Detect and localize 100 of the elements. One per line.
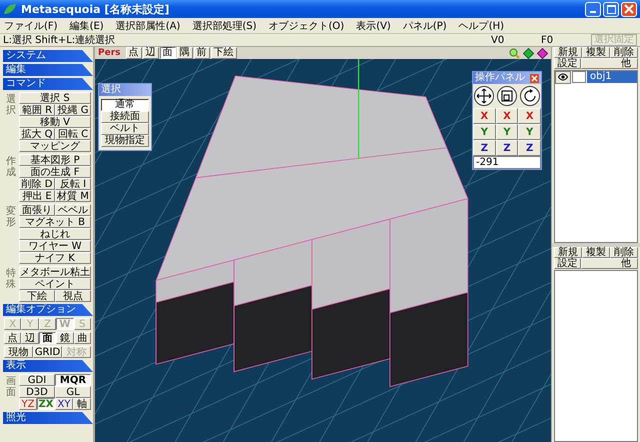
view-mode-button[interactable]: 下絵 bbox=[210, 47, 236, 59]
section-header[interactable]: システム bbox=[3, 50, 93, 62]
close-button[interactable] bbox=[621, 2, 637, 16]
command-button[interactable]: GRID bbox=[33, 346, 62, 358]
command-button[interactable]: ワイヤー W bbox=[19, 240, 91, 252]
menu-item[interactable]: パネル(P) bbox=[402, 18, 447, 32]
move-tool-button[interactable] bbox=[474, 86, 494, 106]
minimize-button[interactable] bbox=[585, 2, 601, 16]
view-mode-button[interactable]: 面 bbox=[160, 47, 176, 59]
section-header[interactable]: 表示 bbox=[3, 360, 93, 372]
panel-button[interactable]: 複製 bbox=[582, 47, 610, 58]
3d-viewport[interactable]: 選択 通常 接続面 ベルト 現物指定 操作パネル X X X Y Y Y Z Z Z -291 bbox=[95, 59, 551, 442]
command-button[interactable]: 範囲 R bbox=[19, 104, 55, 116]
command-button[interactable]: 面の生成 F bbox=[19, 166, 91, 178]
axis-button[interactable]: Y bbox=[518, 124, 542, 140]
command-button[interactable]: GDI bbox=[19, 374, 55, 386]
settings-button[interactable]: 設定 bbox=[554, 58, 581, 69]
command-button[interactable]: 曲 bbox=[74, 332, 92, 344]
view-mode-button[interactable]: 隅 bbox=[176, 47, 192, 59]
maximize-button[interactable] bbox=[603, 2, 619, 16]
axis-button[interactable]: X bbox=[496, 108, 518, 124]
menu-item[interactable]: ファイル(F) bbox=[4, 18, 58, 32]
panel-title: 選択 bbox=[99, 84, 151, 96]
command-button[interactable]: 選択 S bbox=[19, 92, 91, 104]
menu-item[interactable]: オブジェクト(O) bbox=[268, 18, 344, 32]
menu-item[interactable]: 選択部属性(A) bbox=[116, 18, 180, 32]
command-button[interactable]: 拡大 Q bbox=[19, 128, 55, 140]
command-button[interactable]: MQR bbox=[55, 374, 91, 386]
axis-button[interactable]: Z bbox=[496, 140, 518, 156]
axis-button[interactable]: Z bbox=[473, 140, 496, 156]
command-button[interactable]: 点 bbox=[4, 332, 22, 344]
command-button[interactable]: 辺 bbox=[21, 332, 39, 344]
command-button[interactable]: マッピング bbox=[19, 140, 91, 152]
command-button[interactable]: D3D bbox=[19, 386, 55, 398]
panel-button[interactable]: 複製 bbox=[582, 247, 610, 258]
command-button[interactable]: 削除 D bbox=[19, 178, 55, 190]
menu-item[interactable]: 表示(V) bbox=[356, 18, 391, 32]
command-button[interactable]: メタボール粘土 bbox=[19, 266, 91, 278]
axis-button[interactable]: X bbox=[518, 108, 542, 124]
section-header[interactable]: コマンド bbox=[3, 78, 93, 90]
panel-title: 操作パネル bbox=[475, 72, 525, 84]
select-mode-button[interactable]: 接続面 bbox=[101, 111, 149, 123]
panel-button[interactable]: 削除 bbox=[610, 247, 638, 258]
command-button[interactable]: XY bbox=[55, 398, 73, 410]
hint-text: L:選択 Shift+L:連続選択 bbox=[3, 34, 116, 47]
view-mode-button[interactable]: 辺 bbox=[142, 47, 158, 59]
command-button[interactable]: 基本図形 P bbox=[19, 154, 91, 166]
command-button[interactable]: 面 bbox=[38, 332, 56, 344]
command-button[interactable]: 下絵 bbox=[19, 290, 55, 302]
command-button[interactable]: 移動 V bbox=[19, 116, 91, 128]
close-button[interactable] bbox=[530, 74, 539, 82]
settings-button[interactable]: 設定 bbox=[554, 258, 581, 269]
command-button[interactable]: 反転 I bbox=[55, 178, 91, 190]
zoom-icon[interactable] bbox=[509, 48, 520, 58]
command-button[interactable]: ナイフ K bbox=[19, 252, 91, 264]
axis-button[interactable]: X bbox=[473, 108, 496, 124]
command-button[interactable]: ZX bbox=[37, 398, 55, 410]
panel-button[interactable]: 新規 bbox=[554, 47, 582, 58]
projection-label[interactable]: Pers bbox=[98, 48, 120, 58]
object-list-item[interactable]: obj1 bbox=[587, 71, 637, 83]
select-mode-button[interactable]: ベルト bbox=[101, 123, 149, 135]
menu-item[interactable]: 編集(E) bbox=[70, 18, 104, 32]
mesh-block-drawing[interactable] bbox=[155, 76, 468, 388]
other-button[interactable]: 他 bbox=[580, 58, 638, 69]
axis-button[interactable]: Y bbox=[473, 124, 496, 140]
command-button[interactable]: 回転 C bbox=[55, 128, 91, 140]
command-button[interactable]: ベベル bbox=[55, 204, 91, 216]
command-button[interactable]: ねじれ bbox=[19, 228, 91, 240]
section-header[interactable]: 照光 bbox=[3, 412, 93, 424]
menu-item[interactable]: 選択部処理(S) bbox=[192, 18, 256, 32]
command-button[interactable]: 投縄 G bbox=[55, 104, 91, 116]
scale-tool-button[interactable] bbox=[496, 86, 517, 106]
command-button[interactable]: 現物 bbox=[4, 346, 33, 358]
command-button[interactable]: 面張り bbox=[19, 204, 55, 216]
command-button[interactable]: GL bbox=[55, 386, 91, 398]
command-button[interactable]: 押出 E bbox=[19, 190, 55, 202]
view-mode-button[interactable]: 点 bbox=[126, 47, 142, 59]
view-mode-button[interactable]: 前 bbox=[194, 47, 210, 59]
section-header[interactable]: 編集 bbox=[3, 64, 93, 76]
command-button[interactable]: 軸 bbox=[73, 398, 91, 410]
panel-button[interactable]: 削除 bbox=[610, 47, 638, 58]
command-button[interactable]: 鏡 bbox=[56, 332, 74, 344]
axis-button[interactable]: Y bbox=[496, 124, 518, 140]
value-field[interactable]: -291 bbox=[473, 156, 541, 169]
other-button[interactable]: 他 bbox=[580, 258, 638, 269]
eye-icon[interactable] bbox=[555, 70, 571, 84]
panel-button[interactable]: 新規 bbox=[554, 247, 582, 258]
select-mode-button[interactable]: 通常 bbox=[101, 99, 149, 111]
command-button[interactable]: ペイント bbox=[19, 278, 91, 290]
menu-item[interactable]: ヘルプ(H) bbox=[458, 18, 504, 32]
command-button[interactable]: 視点 bbox=[55, 290, 91, 302]
axis-button[interactable]: Z bbox=[518, 140, 542, 156]
rotate-tool-button[interactable] bbox=[520, 86, 540, 106]
lock-toggle[interactable] bbox=[572, 71, 586, 83]
command-button[interactable]: 材質 M bbox=[55, 190, 91, 202]
select-mode-button[interactable]: 現物指定 bbox=[101, 135, 149, 147]
command-button[interactable]: YZ bbox=[19, 398, 37, 410]
section-header[interactable]: 編集オプション bbox=[3, 304, 93, 316]
command-button[interactable]: マグネット B bbox=[19, 216, 91, 228]
group-label: 変形 bbox=[6, 206, 16, 230]
